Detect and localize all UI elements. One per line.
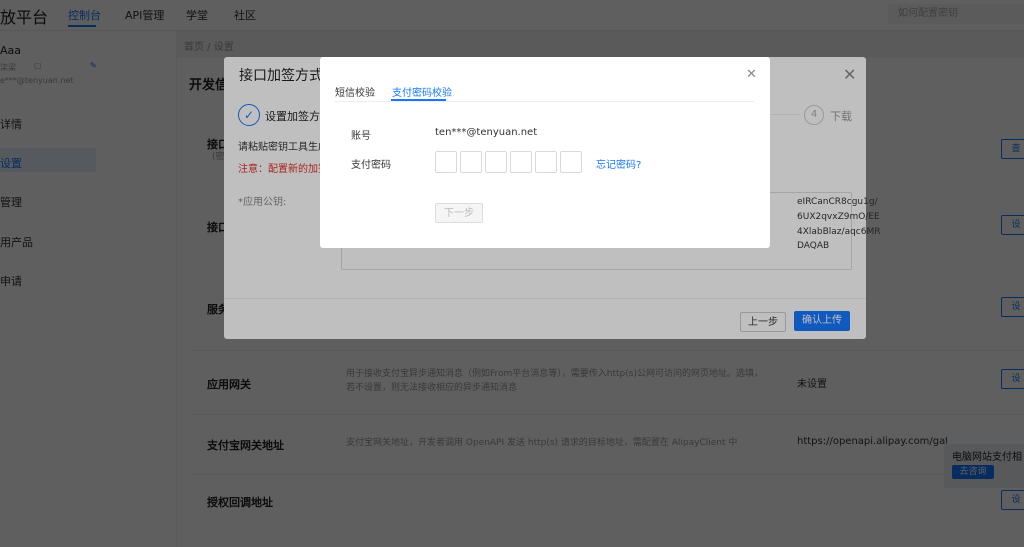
- password-digit-input[interactable]: [560, 151, 582, 173]
- next-step-button[interactable]: 下一步: [435, 203, 483, 223]
- password-digit-input[interactable]: [535, 151, 557, 173]
- account-label: 账号: [351, 131, 371, 142]
- account-value: ten***@tenyuan.net: [435, 127, 538, 138]
- password-digit-input[interactable]: [510, 151, 532, 173]
- close-icon[interactable]: ✕: [746, 67, 757, 83]
- password-digit-input[interactable]: [435, 151, 457, 173]
- password-label: 支付密码: [351, 160, 391, 171]
- tab-sms-verify[interactable]: 短信校验: [335, 84, 375, 99]
- tab-bar-line: [334, 101, 754, 102]
- password-digit-input[interactable]: [485, 151, 507, 173]
- tab-active-indicator: [391, 99, 446, 101]
- password-digit-input[interactable]: [460, 151, 482, 173]
- tab-password-verify[interactable]: 支付密码校验: [392, 84, 452, 99]
- forgot-password-link[interactable]: 忘记密码?: [596, 156, 641, 171]
